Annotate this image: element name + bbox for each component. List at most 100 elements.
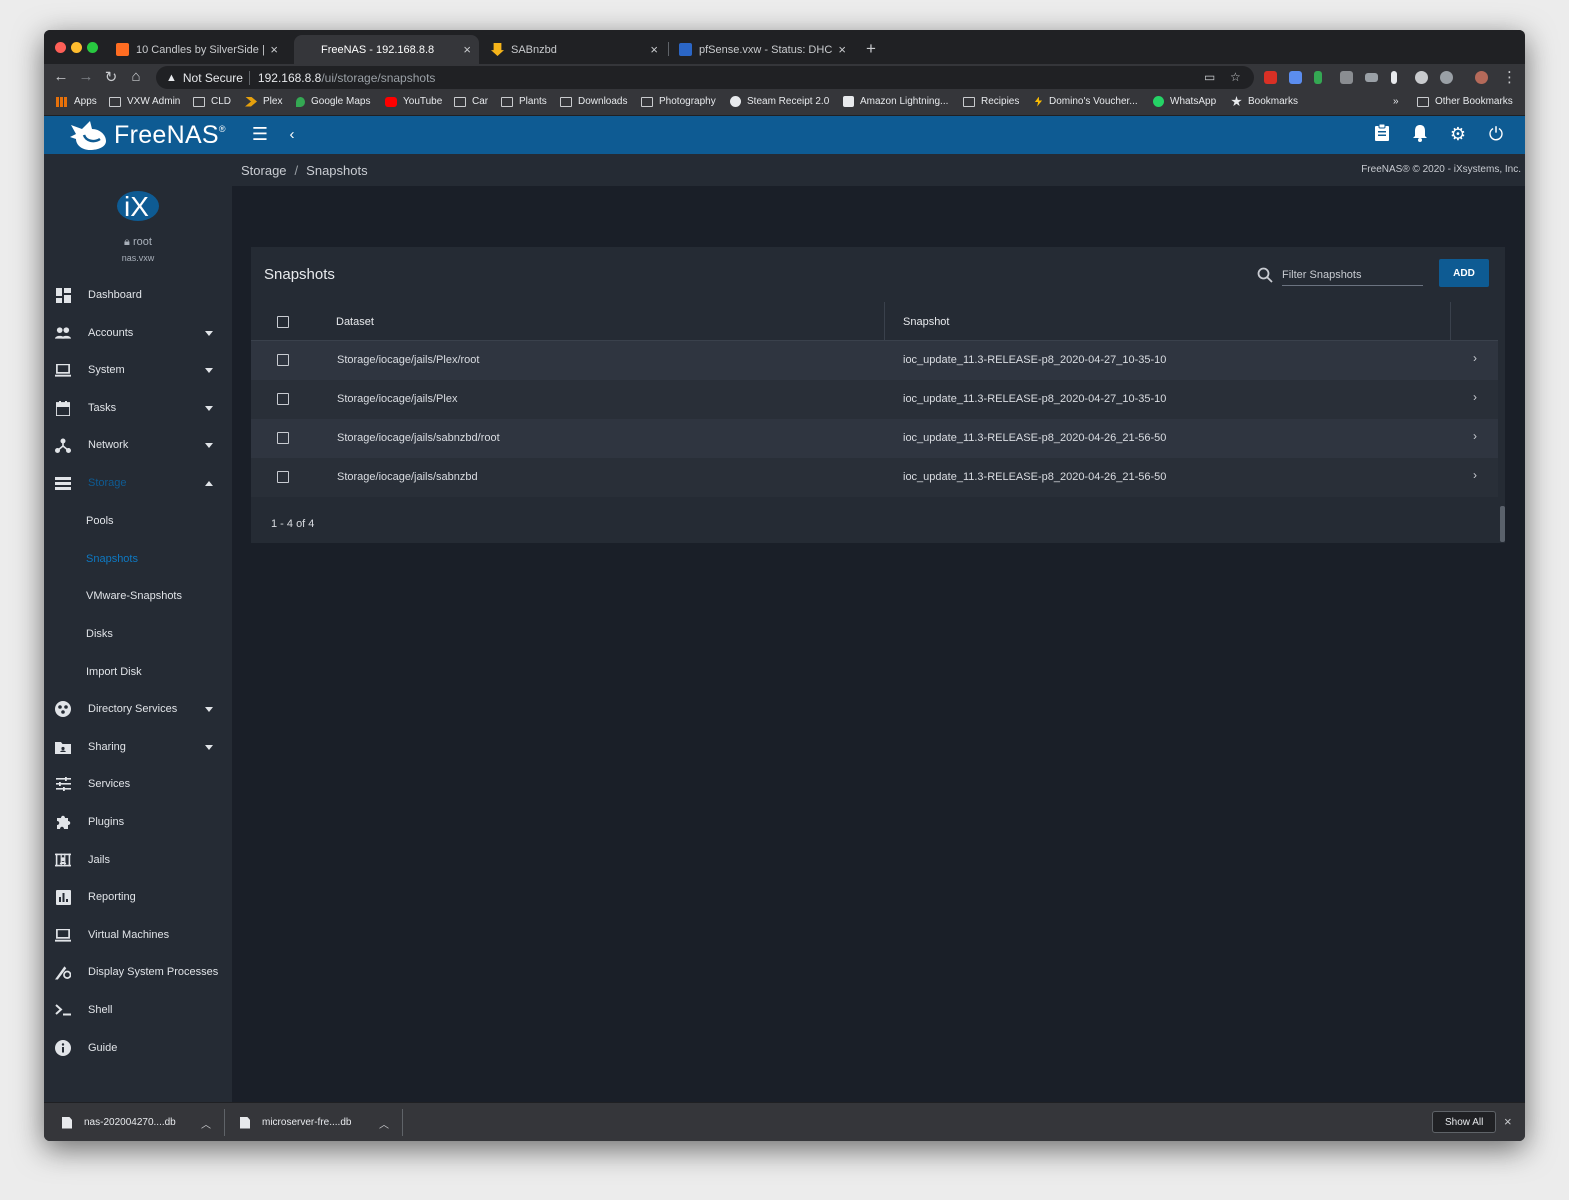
chevron-right-icon[interactable]: › (1473, 351, 1477, 365)
chevron-right-icon[interactable]: › (1473, 390, 1477, 404)
minimize-window-button[interactable] (71, 42, 82, 53)
extension-icon[interactable] (1314, 71, 1322, 84)
freenas-logo[interactable]: FreeNAS ® (68, 119, 226, 151)
more-bookmarks-button[interactable]: » (1393, 96, 1399, 107)
sidebar-item-display-system-processes[interactable]: Display System Processes (44, 954, 232, 990)
new-tab-button[interactable]: + (866, 39, 876, 59)
power-icon[interactable]: ⏻ (1485, 124, 1507, 145)
column-header-snapshot[interactable]: Snapshot (903, 316, 949, 328)
sidebar-item-dashboard[interactable]: Dashboard (44, 277, 232, 313)
close-window-button[interactable] (55, 42, 66, 53)
extension-icon[interactable] (1440, 71, 1453, 84)
tab-close-icon[interactable]: × (270, 42, 278, 57)
close-icon[interactable]: × (1504, 1114, 1512, 1129)
collapse-sidebar-icon[interactable]: ‹ (281, 126, 303, 143)
sidebar-item-jails[interactable]: Jails (44, 842, 232, 878)
download-item[interactable]: nas-202004270....db ︿ (62, 1103, 211, 1141)
bookmark-downloads[interactable]: Downloads (560, 96, 627, 107)
gear-icon[interactable]: ⚙ (1447, 124, 1469, 145)
cast-icon[interactable]: ▭ (1204, 70, 1215, 84)
hamburger-menu-icon[interactable]: ☰ (249, 124, 271, 145)
bookmark-star-icon[interactable]: ☆ (1230, 70, 1241, 84)
chevron-up-icon[interactable]: ︿ (201, 1116, 211, 1131)
download-item[interactable]: microserver-fre....db ︿ (240, 1103, 389, 1141)
chevron-right-icon[interactable]: › (1473, 429, 1477, 443)
sidebar-item-services[interactable]: Services (44, 766, 232, 802)
maximize-window-button[interactable] (87, 42, 98, 53)
bookmark-plants[interactable]: Plants (501, 96, 547, 107)
sidebar-item-shell[interactable]: Shell (44, 992, 232, 1028)
tab-close-icon[interactable]: × (463, 42, 471, 57)
extension-icon[interactable] (1391, 71, 1397, 84)
row-checkbox[interactable] (277, 354, 289, 366)
breadcrumb-item-storage[interactable]: Storage (241, 163, 287, 178)
extension-icon[interactable] (1264, 71, 1277, 84)
extension-icon[interactable] (1415, 71, 1428, 84)
add-snapshot-button[interactable]: ADD (1439, 259, 1489, 287)
sidebar-item-tasks[interactable]: Tasks (44, 390, 232, 426)
bookmark-google-maps[interactable]: Google Maps (296, 96, 370, 107)
sidebar-item-network[interactable]: Network (44, 427, 232, 463)
table-row[interactable]: Storage/iocage/jails/Plex/root ioc_updat… (251, 341, 1498, 380)
sidebar-item-directory-services[interactable]: Directory Services (44, 691, 232, 727)
table-row[interactable]: Storage/iocage/jails/Plex ioc_update_11.… (251, 380, 1498, 419)
bookmark-bookmarks[interactable]: Bookmarks (1231, 96, 1298, 107)
bookmark-dominos[interactable]: Domino's Voucher... (1034, 96, 1138, 107)
sidebar-subitem-disks[interactable]: Disks (86, 619, 113, 649)
bell-icon[interactable] (1409, 124, 1431, 147)
chevron-up-icon[interactable]: ︿ (379, 1116, 389, 1131)
address-bar[interactable]: ▲ Not Secure 192.168.8.8 /ui/storage/sna… (156, 66, 1254, 89)
filter-snapshots-input[interactable] (1282, 265, 1423, 286)
bookmark-car[interactable]: Car (454, 96, 488, 107)
sidebar-item-sharing[interactable]: Sharing (44, 729, 232, 765)
bookmark-recipies[interactable]: Recipies (963, 96, 1019, 107)
bookmark-cld[interactable]: CLD (193, 96, 231, 107)
home-icon[interactable]: ⌂ (126, 68, 146, 85)
sidebar-item-accounts[interactable]: Accounts (44, 315, 232, 351)
clipboard-icon[interactable] (1371, 123, 1393, 147)
sidebar-subitem-import-disk[interactable]: Import Disk (86, 657, 142, 687)
browser-tab-active[interactable]: FreeNAS - 192.168.8.8 × (294, 35, 479, 64)
browser-tab[interactable]: pfSense.vxw - Status: DHCP L × (669, 35, 854, 64)
profile-avatar[interactable] (1475, 71, 1488, 84)
tab-close-icon[interactable]: × (838, 42, 846, 57)
sidebar-item-plugins[interactable]: Plugins (44, 804, 232, 840)
browser-menu-icon[interactable]: ⋮ (1502, 68, 1517, 86)
extension-icon[interactable] (1340, 71, 1353, 84)
row-checkbox[interactable] (277, 432, 289, 444)
reload-icon[interactable]: ↻ (101, 68, 121, 86)
sidebar-subitem-snapshots[interactable]: Snapshots (86, 544, 138, 574)
sidebar-subitem-vmware-snapshots[interactable]: VMware-Snapshots (86, 581, 182, 611)
other-bookmarks[interactable]: Other Bookmarks (1417, 96, 1513, 107)
row-checkbox[interactable] (277, 393, 289, 405)
sidebar-item-guide[interactable]: Guide (44, 1030, 232, 1066)
bookmark-whatsapp[interactable]: WhatsApp (1153, 96, 1216, 107)
row-checkbox[interactable] (277, 471, 289, 483)
bookmark-plex[interactable]: Plex (245, 96, 282, 107)
select-all-checkbox[interactable] (277, 316, 289, 328)
show-all-downloads-button[interactable]: Show All (1432, 1111, 1497, 1133)
tab-close-icon[interactable]: × (650, 42, 658, 57)
bookmark-steam-receipt[interactable]: Steam Receipt 2.0 (730, 96, 829, 107)
forward-arrow-icon[interactable]: → (76, 68, 96, 85)
sidebar-item-reporting[interactable]: Reporting (44, 879, 232, 915)
table-row[interactable]: Storage/iocage/jails/sabnzbd/root ioc_up… (251, 419, 1498, 458)
chevron-right-icon[interactable]: › (1473, 468, 1477, 482)
sidebar-item-system[interactable]: System (44, 352, 232, 388)
table-scrollbar[interactable] (1500, 506, 1505, 542)
bookmark-amazon[interactable]: Amazon Lightning... (843, 96, 948, 107)
table-row[interactable]: Storage/iocage/jails/sabnzbd ioc_update_… (251, 458, 1498, 497)
column-header-dataset[interactable]: Dataset (336, 316, 374, 328)
bookmark-youtube[interactable]: YouTube (385, 96, 442, 107)
sidebar-subitem-pools[interactable]: Pools (86, 506, 114, 536)
browser-tab[interactable]: 10 Candles by SilverSide | Silve × (106, 35, 286, 64)
browser-tab[interactable]: SABnzbd × (481, 35, 666, 64)
bookmark-vxw-admin[interactable]: VXW Admin (109, 96, 180, 107)
sidebar-item-virtual-machines[interactable]: Virtual Machines (44, 917, 232, 953)
bookmark-photography[interactable]: Photography (641, 96, 716, 107)
bookmark-apps[interactable]: Apps (56, 96, 97, 107)
back-arrow-icon[interactable]: ← (51, 68, 71, 85)
extension-icon[interactable] (1289, 71, 1302, 84)
sidebar-item-storage[interactable]: Storage (44, 465, 232, 501)
extension-icon[interactable] (1365, 73, 1378, 82)
